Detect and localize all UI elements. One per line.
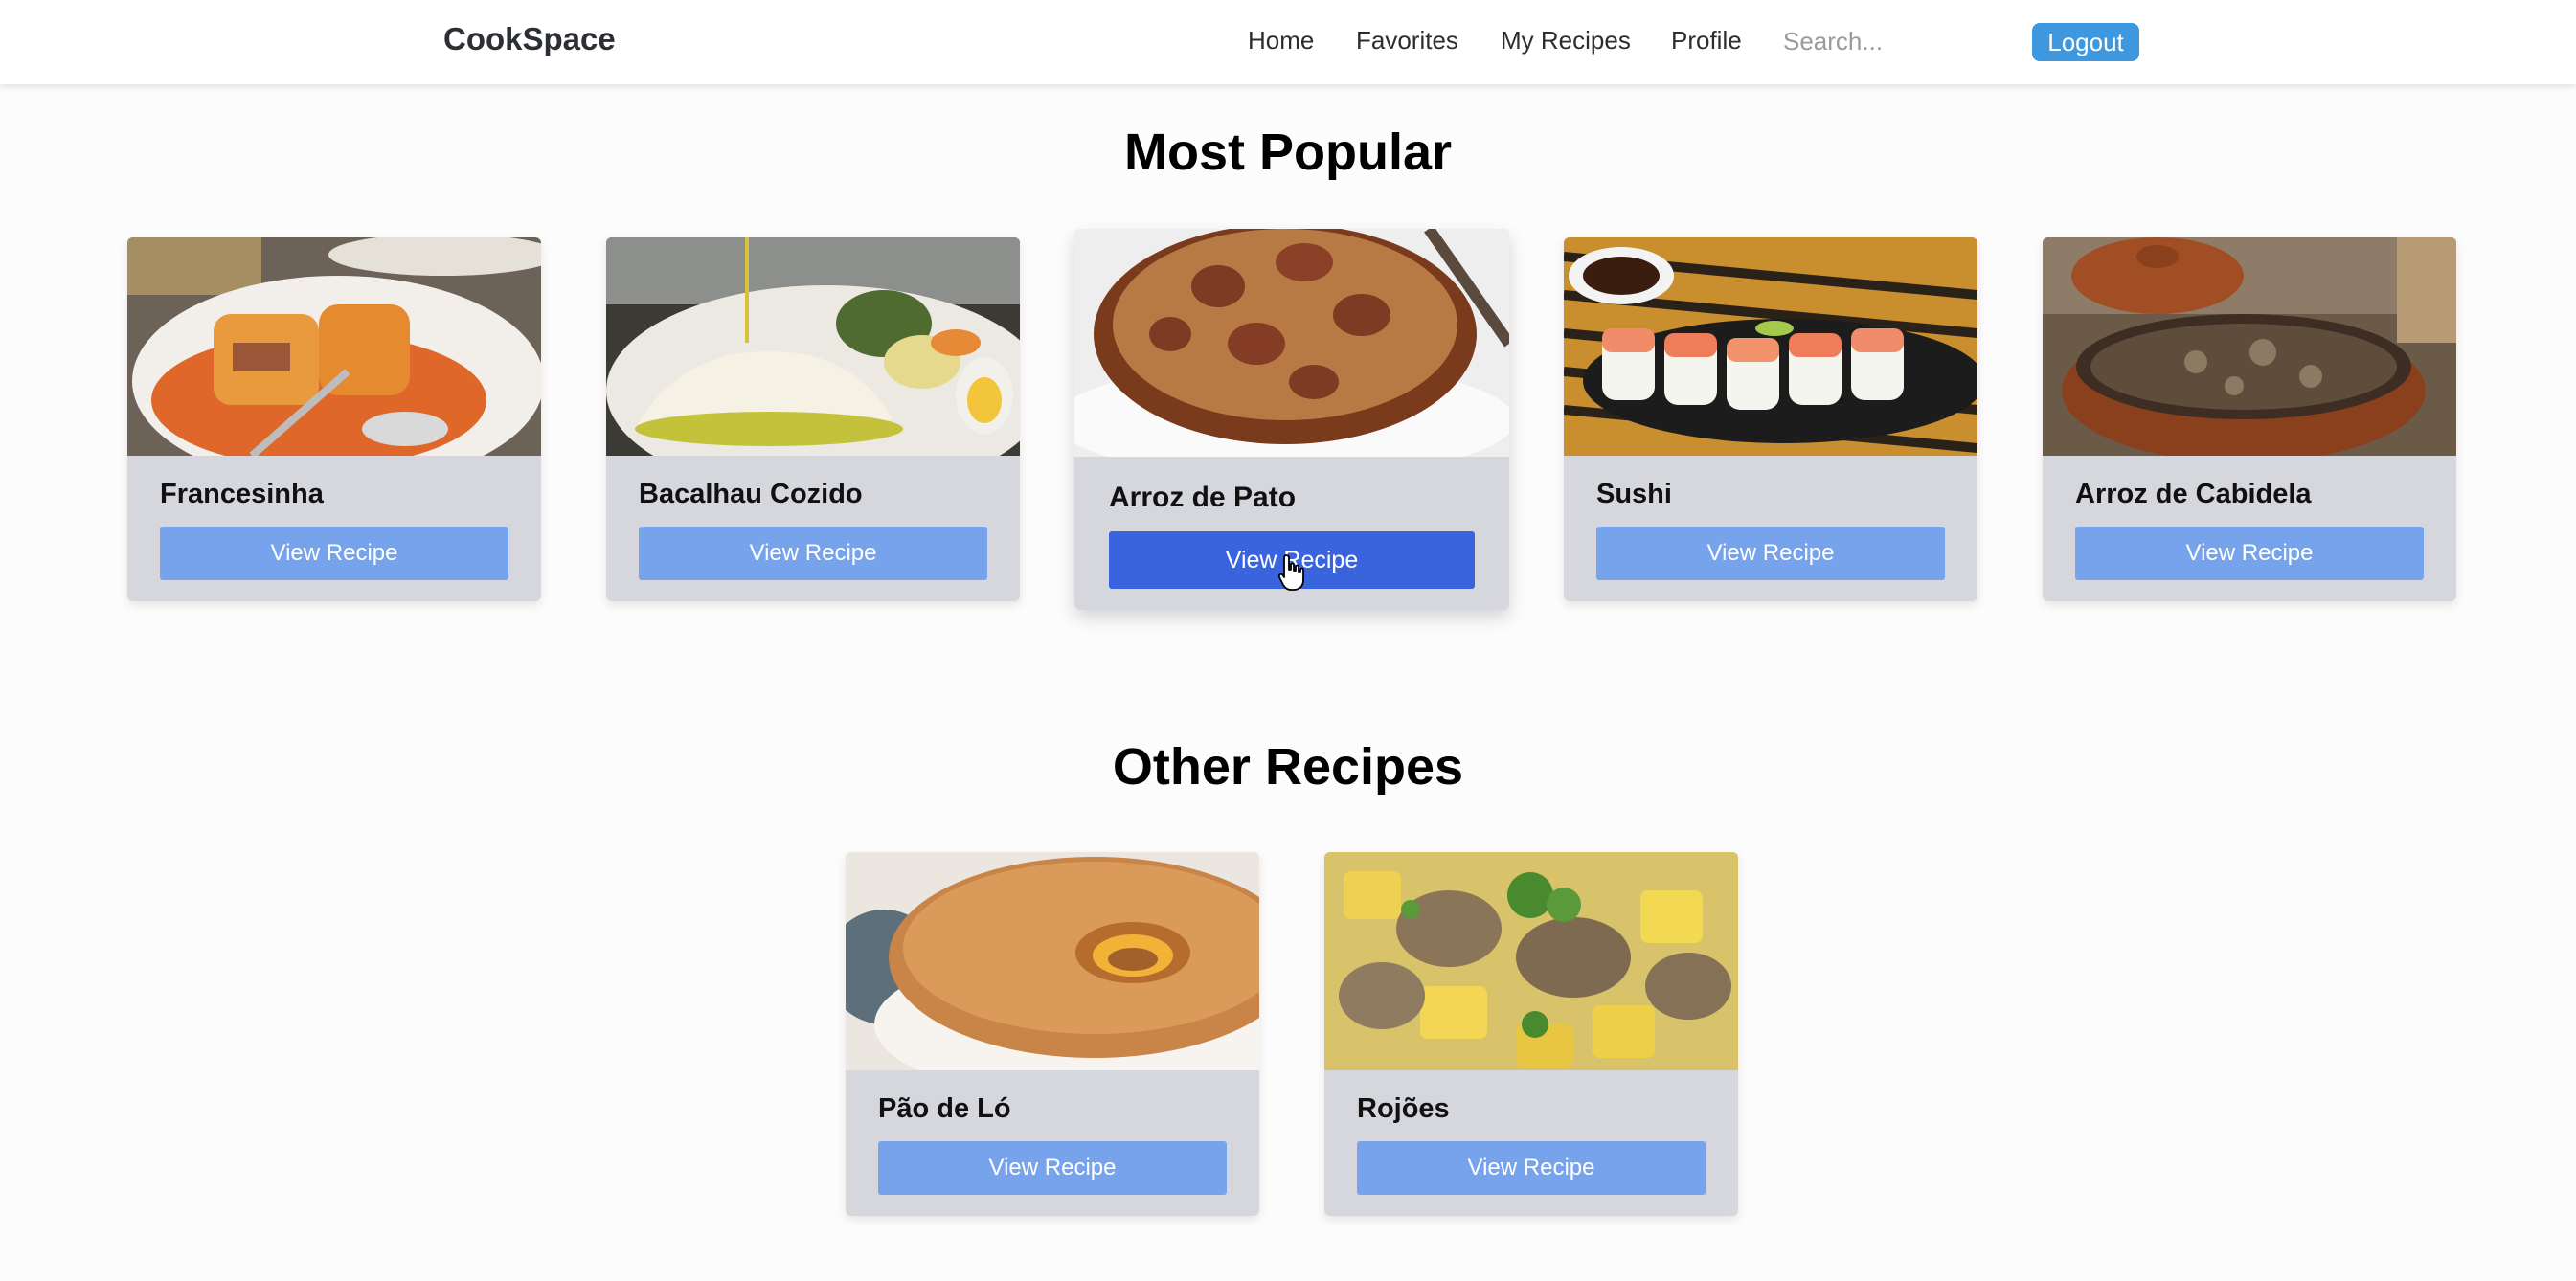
recipe-card-bacalhau-cozido: Bacalhau Cozido View Recipe xyxy=(606,237,1020,601)
top-navbar: CookSpace Home Favorites My Recipes Prof… xyxy=(0,0,2576,84)
francesinha-photo xyxy=(127,237,541,456)
recipe-card-pao-de-lo: Pão de Ló View Recipe xyxy=(846,852,1259,1216)
pao-de-lo-photo xyxy=(846,852,1259,1070)
recipe-card-arroz-de-pato: Arroz de Pato View Recipe xyxy=(1074,229,1509,610)
view-recipe-button-arroz-de-cabidela[interactable]: View Recipe xyxy=(2075,527,2424,580)
most-popular-heading: Most Popular xyxy=(1123,124,1452,181)
search-input[interactable] xyxy=(1783,23,1994,59)
view-recipe-button-sushi[interactable]: View Recipe xyxy=(1596,527,1945,580)
bacalhau-cozido-photo xyxy=(606,237,1020,456)
recipe-card-rojoes: Rojões View Recipe xyxy=(1324,852,1738,1216)
nav-link-favorites[interactable]: Favorites xyxy=(1356,26,1458,56)
view-recipe-button-rojoes[interactable]: View Recipe xyxy=(1357,1141,1706,1195)
recipe-card-title: Arroz de Pato xyxy=(1109,482,1297,513)
view-recipe-button-francesinha[interactable]: View Recipe xyxy=(160,527,508,580)
sushi-photo xyxy=(1564,237,1977,456)
recipe-card-title: Bacalhau Cozido xyxy=(639,479,863,509)
recipe-card-francesinha: Francesinha View Recipe xyxy=(127,237,541,601)
recipe-card-title: Arroz de Cabidela xyxy=(2075,479,2312,509)
recipe-card-sushi: Sushi View Recipe xyxy=(1564,237,1977,601)
recipe-card-arroz-de-cabidela: Arroz de Cabidela View Recipe xyxy=(2043,237,2456,601)
recipe-card-title: Rojões xyxy=(1357,1093,1450,1124)
recipe-card-title: Francesinha xyxy=(160,479,324,509)
nav-link-my-recipes[interactable]: My Recipes xyxy=(1501,26,1631,56)
other-recipes-heading: Other Recipes xyxy=(1112,738,1464,796)
logout-button[interactable]: Logout xyxy=(2032,23,2139,61)
view-recipe-button-pao-de-lo[interactable]: View Recipe xyxy=(878,1141,1227,1195)
recipe-card-title: Sushi xyxy=(1596,479,1672,509)
nav-link-profile[interactable]: Profile xyxy=(1671,26,1742,56)
rojoes-photo xyxy=(1324,852,1738,1070)
view-recipe-button-bacalhau-cozido[interactable]: View Recipe xyxy=(639,527,987,580)
view-recipe-button-arroz-de-pato[interactable]: View Recipe xyxy=(1109,531,1475,589)
arroz-de-pato-photo xyxy=(1074,229,1509,457)
arroz-de-cabidela-photo xyxy=(2043,237,2456,456)
recipe-card-title: Pão de Ló xyxy=(878,1093,1011,1124)
brand-logo-text[interactable]: CookSpace xyxy=(443,21,616,57)
nav-link-home[interactable]: Home xyxy=(1248,26,1314,56)
